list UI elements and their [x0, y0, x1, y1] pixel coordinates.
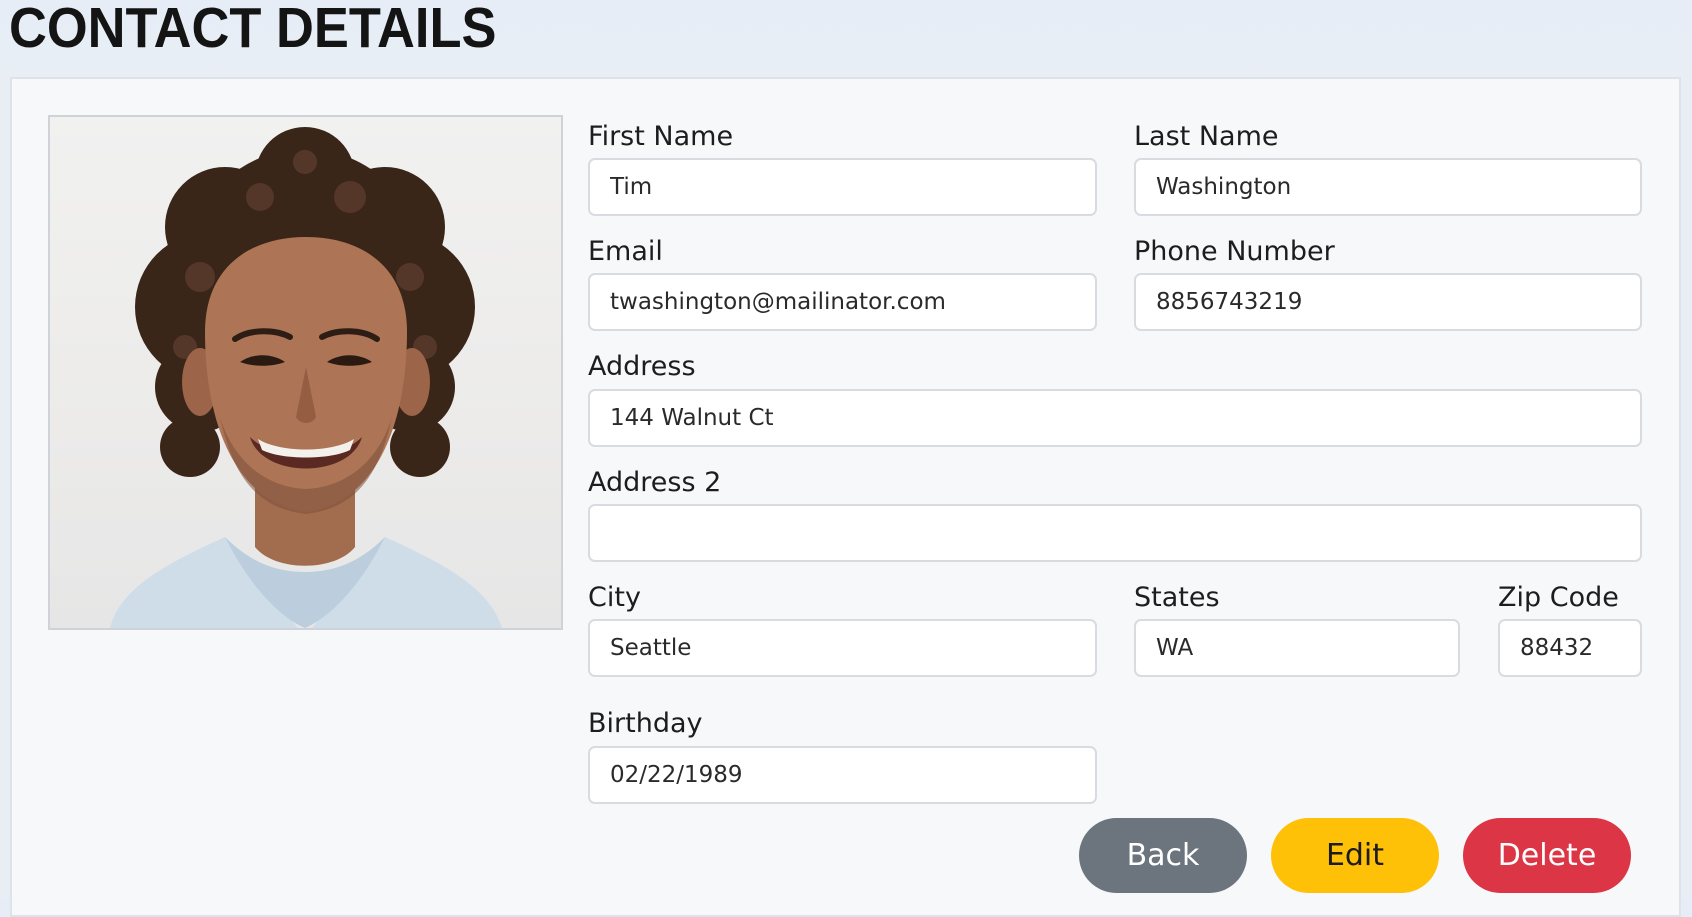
- back-button[interactable]: Back: [1079, 818, 1247, 893]
- address-input[interactable]: [588, 389, 1642, 447]
- address-label: Address: [588, 351, 696, 382]
- city-input[interactable]: [588, 619, 1097, 677]
- state-input[interactable]: [1134, 619, 1460, 677]
- address-2-label: Address 2: [588, 467, 722, 498]
- contact-photo: [48, 115, 563, 630]
- email-input[interactable]: [588, 273, 1097, 331]
- state-label: States: [1134, 582, 1220, 613]
- delete-button[interactable]: Delete: [1463, 818, 1631, 893]
- birthday-label: Birthday: [588, 708, 703, 739]
- last-name-input[interactable]: [1134, 158, 1642, 216]
- edit-button[interactable]: Edit: [1271, 818, 1439, 893]
- address-2-input[interactable]: [588, 504, 1642, 562]
- contact-photo-person-icon: [110, 127, 502, 628]
- first-name-label: First Name: [588, 121, 734, 152]
- phone-number-label: Phone Number: [1134, 236, 1335, 267]
- zip-code-input[interactable]: [1498, 619, 1642, 677]
- email-label: Email: [588, 236, 663, 267]
- zip-code-label: Zip Code: [1498, 582, 1619, 613]
- first-name-input[interactable]: [588, 158, 1097, 216]
- city-label: City: [588, 582, 641, 613]
- phone-number-input[interactable]: [1134, 273, 1642, 331]
- last-name-label: Last Name: [1134, 121, 1279, 152]
- page-title: CONTACT DETAILS: [9, 0, 497, 60]
- birthday-input[interactable]: [588, 746, 1097, 804]
